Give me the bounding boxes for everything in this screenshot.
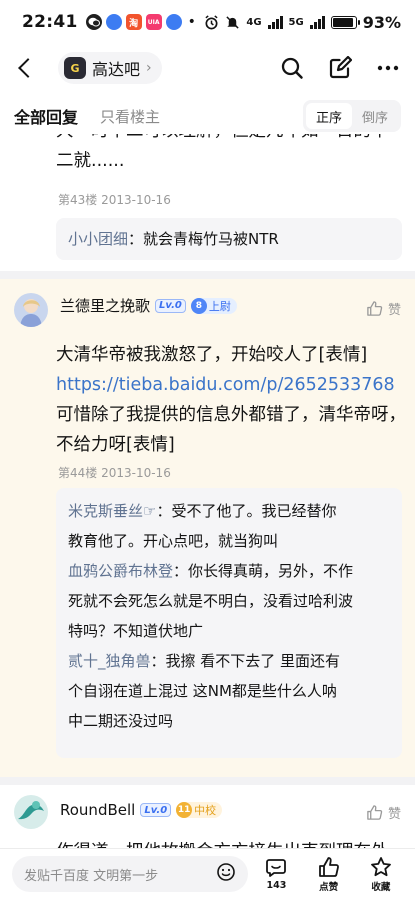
comment-input[interactable]: 发贴千百度 文明第一步 xyxy=(12,856,249,892)
bottom-bar: 发贴千百度 文明第一步 143 点赞 收藏 xyxy=(0,848,415,899)
tab-all-replies[interactable]: 全部回复 xyxy=(14,104,78,128)
taobao-icon: 淘 xyxy=(125,14,142,30)
post-text: 作得道，把他故搬会方方接生出克到理在外 xyxy=(56,837,406,848)
username[interactable]: 兰德里之挽歌 xyxy=(60,295,150,316)
sub-reply[interactable]: 贰十_独角兽：我擦 看不下去了 里面还有 个自诩在道上混过 这NM都是些什么人呐… xyxy=(68,646,390,736)
post-meta: 第43楼 2013-10-16 xyxy=(58,193,171,207)
nav-bar: G 高达吧 › xyxy=(0,44,415,92)
post-author: RoundBell Lv.0 11 中校 xyxy=(60,801,223,819)
post-floor-43: 大一时中二可以理解，但是几年如一日的中 二就...... 第43楼 2013-1… xyxy=(0,134,415,280)
reply-username[interactable]: 米克斯垂丝☞ xyxy=(68,502,156,520)
wechat-icon xyxy=(85,14,102,30)
divider xyxy=(0,777,415,785)
post-list[interactable]: 大一时中二可以理解，但是几年如一日的中 二就...... 第43楼 2013-1… xyxy=(0,134,415,848)
thumbs-up-icon xyxy=(367,805,383,820)
rank-icon: 11 xyxy=(176,802,193,818)
status-bar: 22:41 淘 UIA • 4G 5G 93% xyxy=(0,0,415,44)
collect-label: 收藏 xyxy=(371,881,391,893)
post-link[interactable]: https://tieba.baidu.com/p/2652533768 xyxy=(56,370,406,400)
reply-username[interactable]: 贰十_独角兽 xyxy=(68,652,151,670)
forum-name: 高达吧 xyxy=(92,60,141,79)
sub-reply[interactable]: 米克斯垂丝☞：受不了他了。我已经替你 教育他了。开心点吧，就当狗叫 xyxy=(68,496,390,556)
sort-asc-button[interactable]: 正序 xyxy=(306,103,352,129)
signal-icon xyxy=(267,15,283,29)
network-type: 4G xyxy=(246,16,262,28)
like-label: 点赞 xyxy=(319,881,339,893)
reply-username[interactable]: 血鸦公爵布林登 xyxy=(68,562,173,580)
comment-placeholder: 发贴千百度 文明第一步 xyxy=(24,868,159,884)
rank-icon: 8 xyxy=(190,297,207,314)
sort-toggle: 正序 倒序 xyxy=(303,100,401,132)
username[interactable]: RoundBell xyxy=(60,801,135,819)
comment-icon xyxy=(266,859,287,877)
chevron-right-icon: › xyxy=(146,60,152,76)
post-meta: 第44楼 2013-10-16 xyxy=(58,466,171,480)
like-post-button[interactable]: 点赞 xyxy=(305,856,353,893)
thumbs-up-icon xyxy=(318,856,339,877)
rank-badge: 8 上尉 xyxy=(190,297,237,314)
comment-button[interactable]: 143 xyxy=(252,857,300,891)
more-dots-icon: • xyxy=(187,14,196,30)
battery-percent: 93% xyxy=(362,12,401,32)
avatar[interactable] xyxy=(14,795,48,829)
network-type-2: 5G xyxy=(288,16,304,28)
sub-reply-box[interactable]: 米克斯垂丝☞：受不了他了。我已经替你 教育他了。开心点吧，就当狗叫 血鸦公爵布林… xyxy=(56,488,402,758)
comment-count: 143 xyxy=(266,880,287,891)
emoji-icon[interactable] xyxy=(216,862,236,886)
divider xyxy=(0,271,415,279)
forum-chip[interactable]: G 高达吧 › xyxy=(58,52,162,84)
reply-text: ：就会青梅竹马被NTR xyxy=(128,230,279,248)
back-icon[interactable] xyxy=(14,55,40,81)
sub-reply-box[interactable]: 小小团细：就会青梅竹马被NTR xyxy=(56,218,402,260)
forum-avatar-icon: G xyxy=(64,57,86,79)
collect-button[interactable]: 收藏 xyxy=(357,856,405,893)
tab-host-only[interactable]: 只看楼主 xyxy=(100,106,160,127)
level-badge: Lv.0 xyxy=(155,298,186,313)
like-button[interactable]: 赞 xyxy=(366,803,401,822)
rank-badge: 11 中校 xyxy=(176,802,223,818)
sort-desc-button[interactable]: 倒序 xyxy=(352,103,398,129)
signal-icon-2 xyxy=(309,15,325,29)
status-time: 22:41 xyxy=(22,12,78,32)
avatar[interactable] xyxy=(14,293,48,327)
post-author: 兰德里之挽歌 Lv.0 8 上尉 xyxy=(60,295,237,316)
app-icon xyxy=(105,14,122,30)
more-icon[interactable] xyxy=(375,55,401,81)
alarm-icon xyxy=(205,14,218,29)
post-floor-44: 兰德里之挽歌 Lv.0 8 上尉 赞 大清华帝被我激怒了，开始咬人了[表情] h… xyxy=(0,279,415,777)
post-floor-45: RoundBell Lv.0 11 中校 赞 作得道，把他故搬会方方接生出克到理… xyxy=(0,785,415,848)
battery-icon xyxy=(330,15,360,29)
app-icon: UIA xyxy=(145,14,162,30)
post-text: 大清华帝被我激怒了，开始咬人了[表情] https://tieba.baidu.… xyxy=(56,345,406,455)
star-icon xyxy=(370,856,391,876)
edit-icon[interactable] xyxy=(327,55,353,81)
sub-reply[interactable]: 血鸦公爵布林登：你长得真萌，另外，不作 死就不会死怎么就是不明白，没看过哈利波 … xyxy=(68,556,390,646)
post-text: 大一时中二可以理解，但是几年如一日的中 二就...... xyxy=(56,134,389,171)
thumbs-up-icon xyxy=(367,301,383,316)
level-badge: Lv.0 xyxy=(140,803,172,817)
like-button[interactable]: 赞 xyxy=(366,299,401,318)
mute-bell-icon xyxy=(226,15,240,29)
reply-username[interactable]: 小小团细 xyxy=(68,230,128,248)
notification-icons: 淘 UIA • xyxy=(85,14,196,30)
reply-tabs: 全部回复 只看楼主 正序 倒序 xyxy=(0,98,415,134)
app-icon xyxy=(165,14,182,30)
search-icon[interactable] xyxy=(279,55,305,81)
